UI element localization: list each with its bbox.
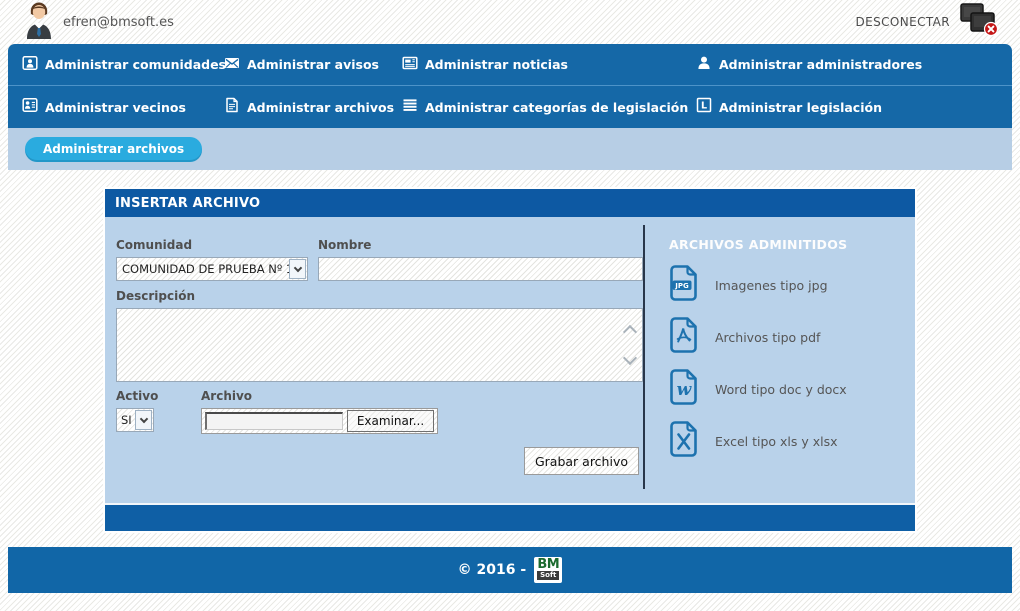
resident-card-icon bbox=[22, 97, 38, 117]
svg-text:JPG: JPG bbox=[674, 282, 689, 290]
legislation-square-icon: L bbox=[696, 97, 712, 117]
nombre-input[interactable] bbox=[318, 257, 643, 281]
file-input-widget: Examinar... bbox=[201, 408, 438, 434]
activo-select[interactable]: SI bbox=[116, 408, 154, 432]
save-file-button[interactable]: Grabar archivo bbox=[524, 447, 639, 475]
svg-text:w: w bbox=[677, 380, 693, 400]
logout-link[interactable]: DESCONECTAR bbox=[855, 15, 950, 29]
nav-item-archivos[interactable]: Administrar archivos bbox=[224, 97, 402, 117]
bmsoft-logo[interactable]: BM Soft bbox=[534, 557, 562, 583]
nav-row-2: Administrar vecinos Administrar archivos… bbox=[8, 86, 1012, 128]
page-footer: © 2016 - BM Soft bbox=[8, 547, 1012, 593]
user-avatar-icon bbox=[24, 1, 54, 43]
allowed-files-panel: ARCHIVOS ADMINITIDOS JPG Imagenes tipo j… bbox=[645, 217, 915, 503]
chevron-down-icon[interactable] bbox=[289, 259, 306, 279]
user-email: efren@bmsoft.es bbox=[63, 15, 174, 30]
nav-label: Administrar avisos bbox=[247, 57, 379, 72]
breadcrumb-bar: Administrar archivos bbox=[8, 128, 1012, 170]
list-item-pdf: Archivos tipo pdf bbox=[669, 318, 915, 356]
comunidad-select-value: COMUNIDAD DE PRUEBA Nº 1 bbox=[117, 262, 289, 276]
descripcion-textarea[interactable] bbox=[116, 308, 643, 382]
list-item-label: Imagenes tipo jpg bbox=[715, 278, 828, 293]
browse-button[interactable]: Examinar... bbox=[347, 410, 434, 432]
disconnect-monitors-icon[interactable] bbox=[958, 2, 998, 42]
list-lines-icon bbox=[402, 97, 418, 117]
allowed-files-title: ARCHIVOS ADMINITIDOS bbox=[669, 237, 915, 252]
document-icon bbox=[224, 97, 240, 117]
topbar: efren@bmsoft.es DESCONECTAR bbox=[0, 0, 1020, 44]
pdf-file-icon bbox=[669, 317, 699, 357]
copyright-text: © 2016 - bbox=[458, 562, 527, 578]
svg-text:L: L bbox=[701, 101, 707, 112]
list-item-label: Excel tipo xls y xlsx bbox=[715, 434, 838, 449]
archivo-label: Archivo bbox=[201, 389, 438, 403]
scroll-up-icon[interactable] bbox=[623, 325, 637, 339]
panel-bottom-bar bbox=[105, 503, 915, 531]
nav-label: Administrar administradores bbox=[719, 57, 922, 72]
nav-row-1: Administrar comunidades Administrar avis… bbox=[8, 44, 1012, 86]
newspaper-icon bbox=[402, 55, 418, 75]
list-item-word: w Word tipo doc y docx bbox=[669, 370, 915, 408]
insert-file-panel: INSERTAR ARCHIVO Comunidad COMUNIDAD DE … bbox=[105, 189, 915, 531]
excel-file-icon bbox=[669, 421, 699, 461]
nav-label: Administrar legislación bbox=[719, 100, 882, 115]
nav-item-categorias-legislacion[interactable]: Administrar categorías de legislación bbox=[402, 97, 696, 117]
word-file-icon: w bbox=[669, 369, 699, 409]
nav-item-legislacion[interactable]: L Administrar legislación bbox=[696, 97, 1012, 117]
list-item-label: Archivos tipo pdf bbox=[715, 330, 820, 345]
person-icon bbox=[696, 55, 712, 75]
jpg-file-icon: JPG bbox=[669, 265, 699, 305]
logo-bm-text: BM bbox=[537, 559, 559, 570]
nav-label: Administrar noticias bbox=[425, 57, 568, 72]
chevron-down-icon[interactable] bbox=[135, 410, 152, 430]
nav-label: Administrar vecinos bbox=[45, 100, 186, 115]
descripcion-label: Descripción bbox=[116, 289, 643, 303]
panel-title: INSERTAR ARCHIVO bbox=[105, 189, 915, 217]
activo-select-value: SI bbox=[117, 413, 135, 427]
nav-item-comunidades[interactable]: Administrar comunidades bbox=[22, 55, 224, 75]
envelope-icon bbox=[224, 55, 240, 75]
list-item-jpg: JPG Imagenes tipo jpg bbox=[669, 266, 915, 304]
activo-label: Activo bbox=[116, 389, 164, 403]
nav-item-administradores[interactable]: Administrar administradores bbox=[696, 55, 1012, 75]
nav-label: Administrar comunidades bbox=[45, 57, 226, 72]
nav-item-vecinos[interactable]: Administrar vecinos bbox=[22, 97, 224, 117]
panel-body: Comunidad COMUNIDAD DE PRUEBA Nº 1 Nombr… bbox=[105, 217, 915, 503]
list-item-excel: Excel tipo xls y xlsx bbox=[669, 422, 915, 460]
comunidad-label: Comunidad bbox=[116, 238, 308, 252]
logo-soft-text: Soft bbox=[537, 571, 559, 580]
nombre-label: Nombre bbox=[318, 238, 643, 252]
comunidad-select[interactable]: COMUNIDAD DE PRUEBA Nº 1 bbox=[116, 257, 308, 281]
insert-file-form: Comunidad COMUNIDAD DE PRUEBA Nº 1 Nombr… bbox=[105, 217, 643, 503]
nav-item-noticias[interactable]: Administrar noticias bbox=[402, 55, 696, 75]
nav-item-avisos[interactable]: Administrar avisos bbox=[224, 55, 402, 75]
list-item-label: Word tipo doc y docx bbox=[715, 382, 847, 397]
breadcrumb-archivos-button[interactable]: Administrar archivos bbox=[25, 137, 202, 162]
contacts-card-icon bbox=[22, 55, 38, 75]
nav-label: Administrar categorías de legislación bbox=[425, 100, 688, 115]
file-path-input[interactable] bbox=[205, 412, 343, 430]
scroll-down-icon[interactable] bbox=[623, 351, 637, 365]
main-nav: Administrar comunidades Administrar avis… bbox=[8, 44, 1012, 128]
nav-label: Administrar archivos bbox=[247, 100, 394, 115]
